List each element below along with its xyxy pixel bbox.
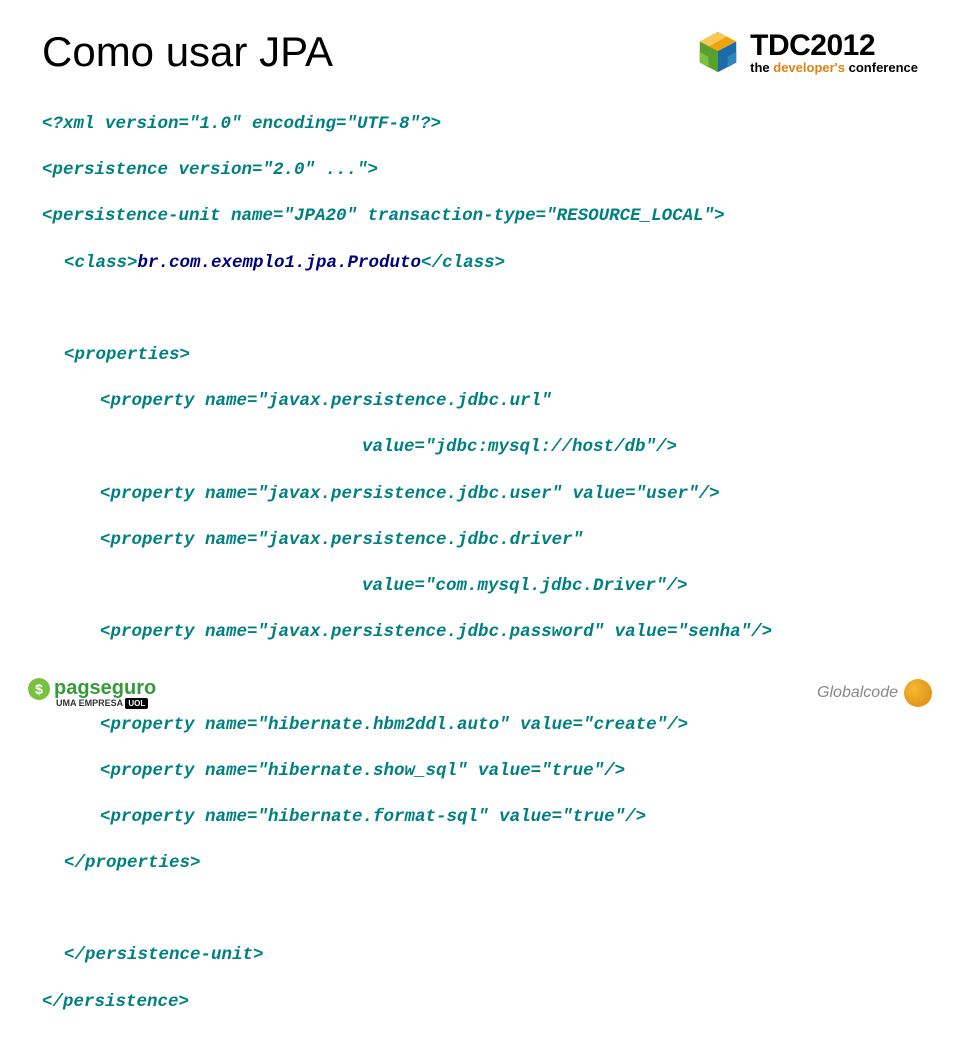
globe-icon xyxy=(904,679,932,707)
pagseguro-logo: $ pagseguro UMA EMPRESA UOL xyxy=(28,677,156,708)
slide-title: Como usar JPA xyxy=(42,28,333,76)
tdc-logo: TDC2012 the developer's conference xyxy=(694,28,918,76)
dollar-icon: $ xyxy=(28,678,50,700)
logo-main: TDC2012 xyxy=(750,31,918,61)
globalcode-logo: Globalcode xyxy=(817,679,932,707)
code-block: <?xml version="1.0" encoding="UTF-8"?> <… xyxy=(42,90,918,1060)
cube-icon xyxy=(694,28,742,76)
logo-sub: the developer's conference xyxy=(750,61,918,74)
footer: $ pagseguro UMA EMPRESA UOL Globalcode xyxy=(0,677,960,708)
